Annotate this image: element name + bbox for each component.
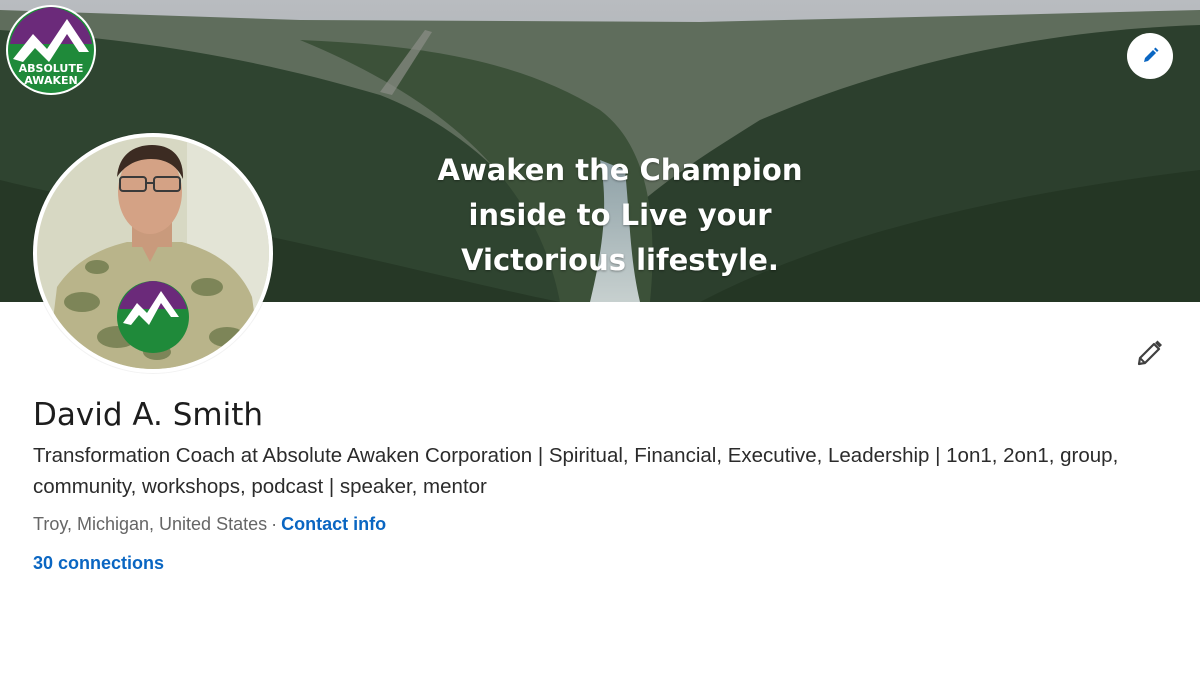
location-row: Troy, Michigan, United States · Contact in… — [33, 511, 386, 537]
profile-name: David A. Smith — [33, 397, 264, 433]
cover-quote-line: Victorious lifestyle. — [461, 243, 779, 277]
cover-quote-line: Awaken the Champion — [437, 153, 803, 187]
profile-location: Troy, Michigan, United States — [33, 514, 268, 534]
logo-text-2: AWAKEN — [24, 74, 77, 87]
pencil-icon — [1137, 340, 1162, 366]
pencil-icon — [1144, 47, 1159, 62]
separator-dot: · — [271, 514, 278, 534]
cover-quote: Awaken the Champion inside to Live your … — [430, 148, 810, 283]
profile-photo[interactable] — [33, 133, 273, 373]
edit-profile-button[interactable] — [1131, 335, 1167, 371]
edit-cover-button[interactable] — [1127, 33, 1173, 79]
connections-link[interactable]: 30 connections — [33, 550, 164, 576]
avatar — [37, 137, 269, 369]
profile-headline: Transformation Coach at Absolute Awaken … — [33, 444, 1119, 498]
cover-quote-line: inside to Live your — [468, 198, 772, 232]
company-logo: ABSOLUTE AWAKEN — [5, 4, 97, 96]
contact-info-link[interactable]: Contact info — [281, 514, 386, 534]
shirt-logo — [117, 281, 189, 353]
